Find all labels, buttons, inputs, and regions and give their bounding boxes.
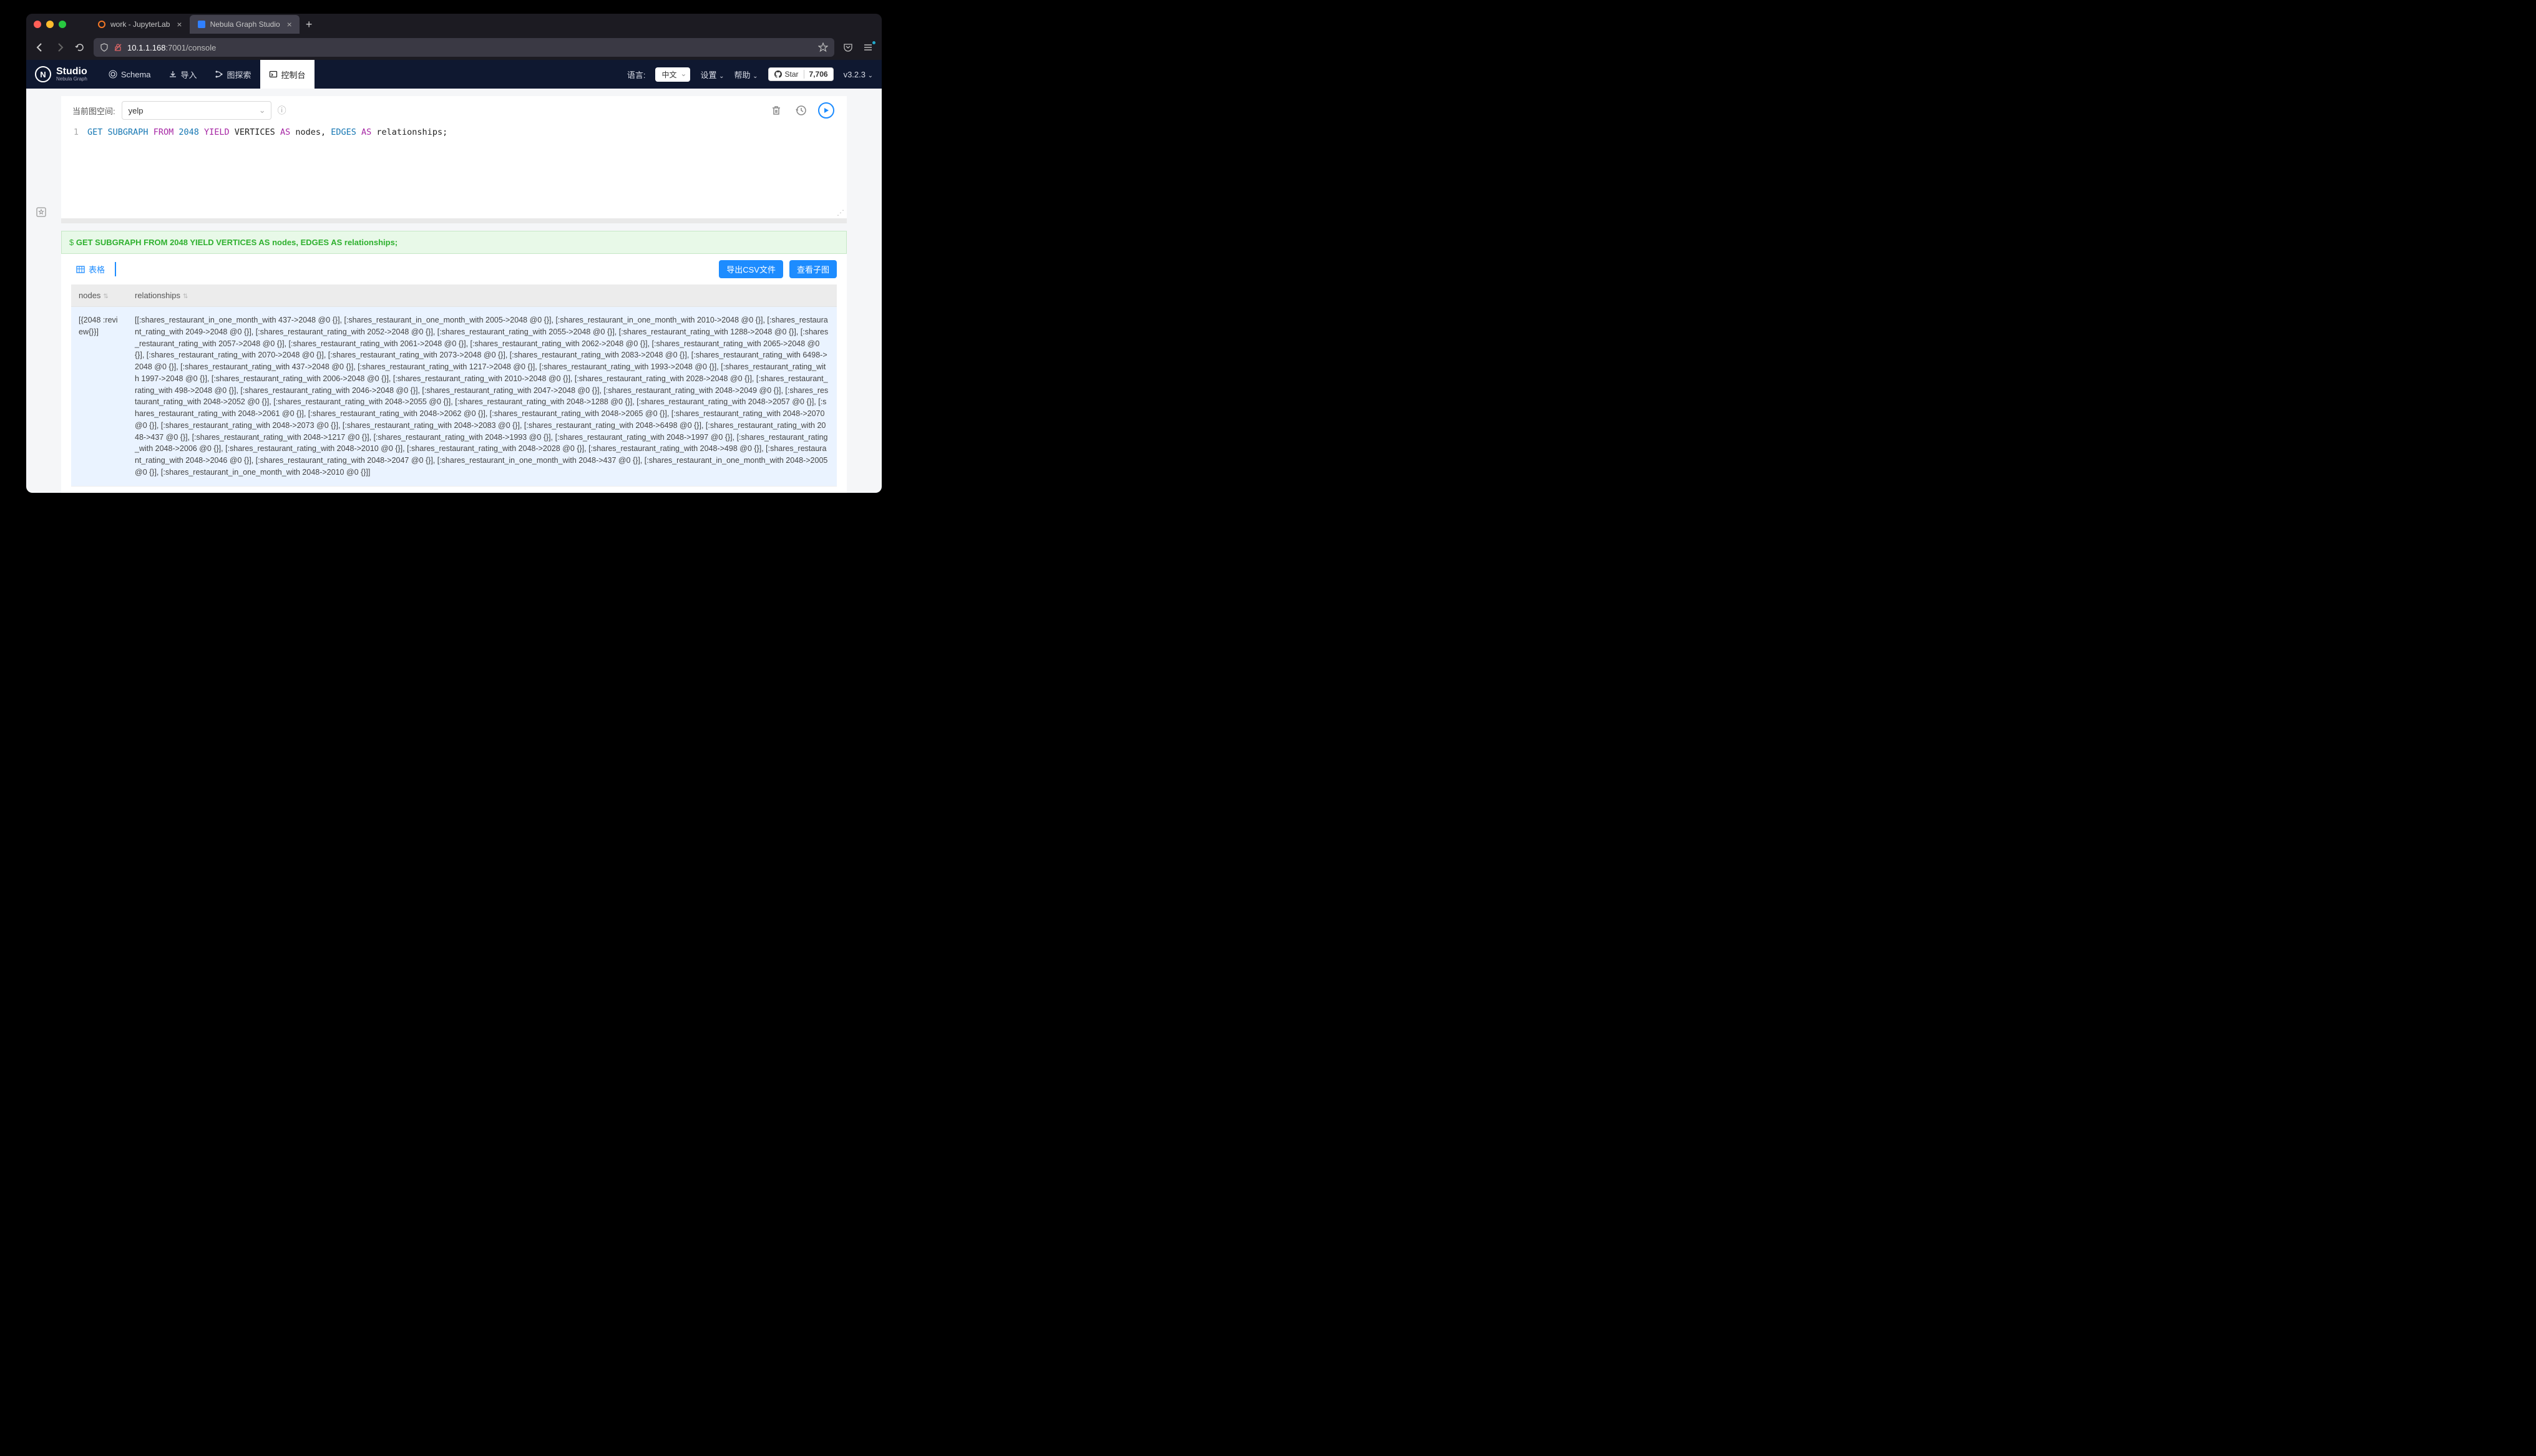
col-nodes[interactable]: nodes⇅ bbox=[71, 284, 127, 307]
settings-link[interactable]: 设置 ⌄ bbox=[700, 69, 724, 80]
tab-table[interactable]: 表格 bbox=[76, 262, 116, 276]
nav-label: Schema bbox=[121, 70, 151, 79]
nav-console[interactable]: 控制台 bbox=[260, 60, 315, 89]
nav-label: 导入 bbox=[181, 69, 197, 80]
import-icon bbox=[168, 70, 177, 79]
nav-schema[interactable]: Schema bbox=[100, 60, 160, 89]
nav-explore[interactable]: 图探索 bbox=[206, 60, 260, 89]
browser-tabs: work - JupyterLab × Nebula Graph Studio … bbox=[90, 15, 318, 34]
logo-subtitle: Nebula Graph bbox=[56, 77, 87, 82]
col-relationships[interactable]: relationships⇅ bbox=[127, 284, 837, 307]
close-tab-icon[interactable]: × bbox=[287, 19, 292, 29]
star-label: Star bbox=[785, 70, 799, 79]
jupyter-favicon-icon bbox=[97, 20, 106, 29]
lock-insecure-icon bbox=[114, 43, 122, 52]
results-table: nodes⇅ relationships⇅ [{2048 :review{}}]… bbox=[71, 284, 837, 493]
shield-icon bbox=[100, 43, 109, 52]
results-table-wrap: nodes⇅ relationships⇅ [{2048 :review{}}]… bbox=[61, 284, 847, 493]
branch-icon bbox=[215, 70, 223, 79]
banner-prefix: $ bbox=[69, 238, 76, 247]
url-field[interactable]: 10.1.1.168:7001/console bbox=[94, 38, 834, 57]
new-tab-button[interactable]: + bbox=[300, 18, 319, 31]
cell-nodes bbox=[71, 486, 127, 493]
table-icon bbox=[76, 265, 85, 274]
console-icon bbox=[269, 70, 278, 79]
cell-nodes: [{2048 :review{}}] bbox=[71, 307, 127, 487]
maximize-window-button[interactable] bbox=[59, 21, 66, 28]
line-gutter: 1 bbox=[61, 125, 84, 218]
resize-handle-icon[interactable]: ⋰ bbox=[837, 208, 844, 217]
url-host: 10.1.1.168 bbox=[127, 43, 165, 52]
titlebar: work - JupyterLab × Nebula Graph Studio … bbox=[26, 14, 882, 35]
help-link[interactable]: 帮助 ⌄ bbox=[734, 69, 758, 80]
page-content: 当前图空间: yelp ⓘ 1 bbox=[26, 89, 882, 493]
space-value: yelp bbox=[129, 106, 144, 115]
header-right: 语言: 中文 设置 ⌄ 帮助 ⌄ Star 7,706 v3.2.3 ⌄ bbox=[627, 67, 873, 82]
tab-jupyter[interactable]: work - JupyterLab × bbox=[90, 15, 190, 34]
logo[interactable]: Studio Nebula Graph bbox=[35, 66, 87, 82]
close-tab-icon[interactable]: × bbox=[177, 19, 182, 29]
console-toolbar: 当前图空间: yelp ⓘ bbox=[61, 96, 847, 125]
table-row[interactable]: [[:shares_restaurant_rating_with 1288->2… bbox=[71, 486, 837, 493]
url-bar: 10.1.1.168:7001/console bbox=[26, 35, 882, 60]
nav-import[interactable]: 导入 bbox=[160, 60, 206, 89]
app-menu-icon[interactable] bbox=[862, 42, 874, 52]
console-panel: 当前图空间: yelp ⓘ 1 bbox=[61, 96, 847, 223]
view-subgraph-button[interactable]: 查看子图 bbox=[789, 260, 837, 278]
sort-icon: ⇅ bbox=[183, 293, 188, 300]
window-controls bbox=[34, 21, 66, 28]
nebula-favicon-icon bbox=[197, 20, 206, 29]
code-area[interactable]: GET SUBGRAPH FROM 2048 YIELD VERTICES AS… bbox=[84, 125, 847, 218]
history-button[interactable] bbox=[792, 101, 811, 120]
back-button[interactable] bbox=[34, 42, 46, 52]
favorite-query-icon[interactable] bbox=[34, 205, 49, 220]
cell-relationships: [[:shares_restaurant_in_one_month_with 4… bbox=[127, 307, 837, 487]
forward-button[interactable] bbox=[54, 42, 66, 52]
minimize-window-button[interactable] bbox=[46, 21, 54, 28]
export-csv-button[interactable]: 导出CSV文件 bbox=[719, 260, 783, 278]
tab-label: Nebula Graph Studio bbox=[210, 20, 280, 29]
close-window-button[interactable] bbox=[34, 21, 41, 28]
nav-label: 图探索 bbox=[227, 69, 251, 80]
code-editor[interactable]: 1 GET SUBGRAPH FROM 2048 YIELD VERTICES … bbox=[61, 125, 847, 223]
nav-label: 控制台 bbox=[281, 69, 306, 80]
version-label[interactable]: v3.2.3 ⌄ bbox=[844, 70, 873, 79]
logo-title: Studio bbox=[56, 67, 87, 77]
reload-button[interactable] bbox=[74, 42, 86, 52]
tab-nebula[interactable]: Nebula Graph Studio × bbox=[190, 15, 300, 34]
app-header: Studio Nebula Graph Schema 导入 图探索 控制台 语言… bbox=[26, 60, 882, 89]
lang-select[interactable]: 中文 bbox=[655, 67, 690, 82]
delete-button[interactable] bbox=[767, 101, 786, 120]
space-select[interactable]: yelp bbox=[122, 101, 271, 120]
sort-icon: ⇅ bbox=[103, 293, 108, 300]
url-path: :7001/console bbox=[165, 43, 216, 52]
star-count: 7,706 bbox=[804, 70, 828, 79]
lang-value: 中文 bbox=[661, 70, 676, 79]
settings-icon bbox=[109, 70, 117, 79]
tab-label: 表格 bbox=[89, 263, 105, 275]
lang-label: 语言: bbox=[627, 69, 646, 80]
results-toolbar: 表格 导出CSV文件 查看子图 bbox=[61, 254, 847, 284]
github-icon bbox=[774, 70, 783, 79]
logo-mark-icon bbox=[35, 66, 51, 82]
banner-query: GET SUBGRAPH FROM 2048 YIELD VERTICES AS… bbox=[76, 238, 397, 247]
tab-label: work - JupyterLab bbox=[110, 20, 170, 29]
save-to-pocket-icon[interactable] bbox=[842, 42, 854, 52]
run-button[interactable] bbox=[817, 101, 836, 120]
browser-window: work - JupyterLab × Nebula Graph Studio … bbox=[26, 14, 882, 493]
help-icon[interactable]: ⓘ bbox=[278, 104, 286, 117]
bookmark-star-icon[interactable] bbox=[818, 42, 828, 52]
query-echo-banner: $ GET SUBGRAPH FROM 2048 YIELD VERTICES … bbox=[61, 231, 847, 254]
table-row[interactable]: [{2048 :review{}}] [[:shares_restaurant_… bbox=[71, 307, 837, 487]
github-star-button[interactable]: Star 7,706 bbox=[768, 67, 834, 81]
cell-relationships: [[:shares_restaurant_rating_with 1288->2… bbox=[127, 486, 837, 493]
space-label: 当前图空间: bbox=[72, 105, 115, 117]
